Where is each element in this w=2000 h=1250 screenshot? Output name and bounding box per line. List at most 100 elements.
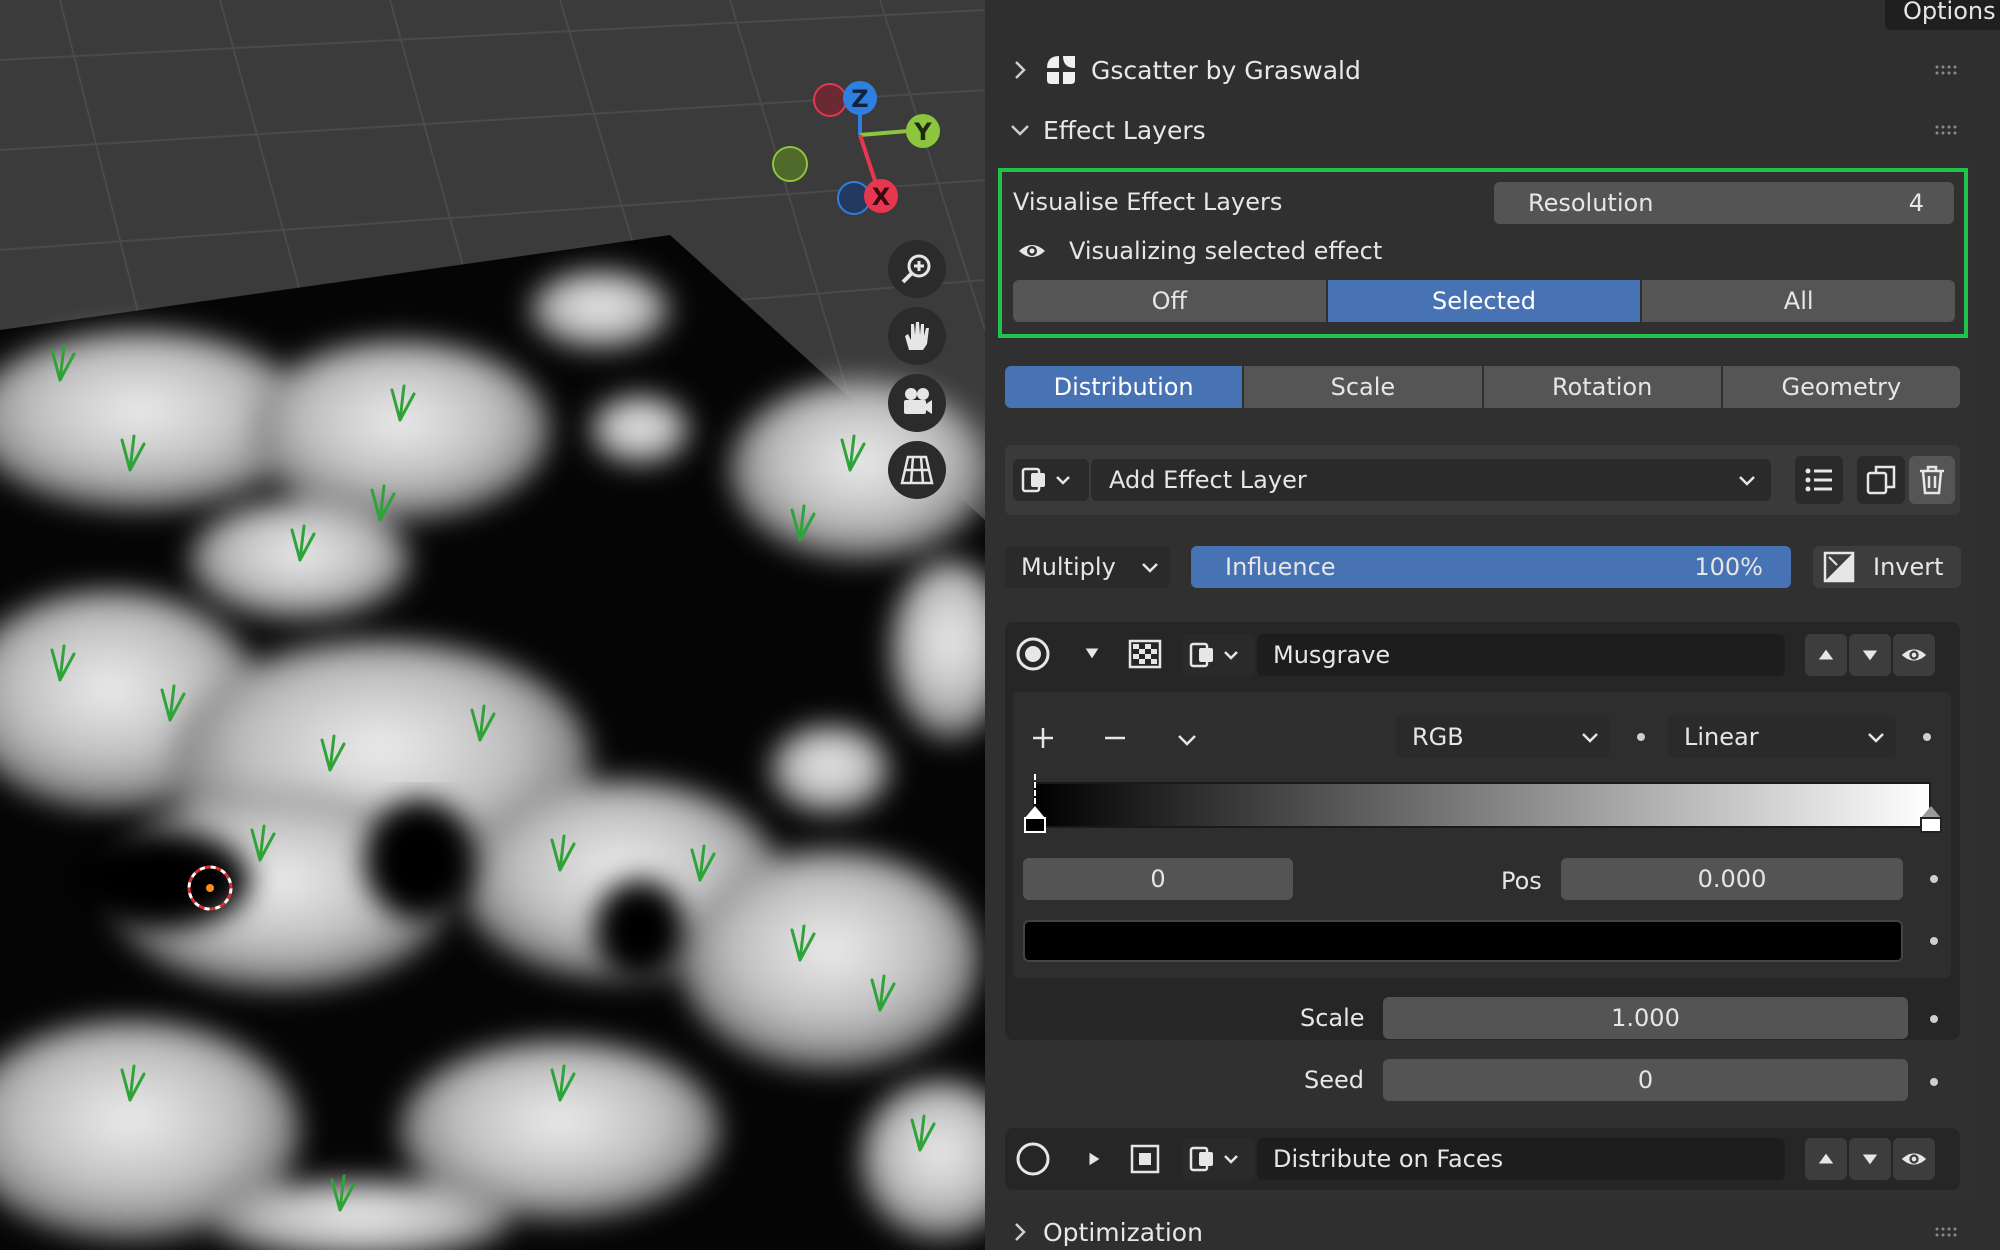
keyframe-dot-icon[interactable] xyxy=(1930,937,1938,945)
layer-name-field[interactable]: Distribute on Faces xyxy=(1257,1138,1785,1180)
color-mode-value: RGB xyxy=(1412,723,1464,751)
effect-type-dropdown[interactable] xyxy=(1013,459,1089,501)
panel-optimization-header[interactable]: Optimization xyxy=(985,1210,1980,1250)
interpolation-dropdown[interactable]: Linear xyxy=(1668,716,1896,758)
duplicate-layer-button[interactable] xyxy=(1857,456,1905,504)
influence-value: 100% xyxy=(1694,553,1763,581)
layer-name-musgrave: Musgrave xyxy=(1273,641,1391,669)
radio-selected-icon[interactable] xyxy=(1013,634,1053,674)
gizmo-y-label: Y xyxy=(913,118,932,146)
move-layer-up-button[interactable] xyxy=(1805,1138,1847,1180)
plus-icon[interactable] xyxy=(1031,726,1055,750)
scale-label: Scale xyxy=(1300,1004,1365,1032)
color-mode-dropdown[interactable]: RGB xyxy=(1396,716,1610,758)
options-tab[interactable]: Options xyxy=(1885,0,2000,30)
gscatter-logo-icon xyxy=(1047,56,1075,84)
chevron-down-icon xyxy=(1739,476,1755,486)
seed-label: Seed xyxy=(1304,1066,1364,1094)
tab-geometry[interactable]: Geometry xyxy=(1722,366,1960,408)
highlight-annotation xyxy=(998,168,1968,338)
node-tree-chevron-icon xyxy=(1189,1146,1238,1172)
layer-name-field[interactable]: Musgrave xyxy=(1257,634,1785,676)
color-stop-index-field[interactable]: 0 xyxy=(1023,858,1293,900)
blend-mode-value: Multiply xyxy=(1021,553,1116,581)
keyframe-dot-icon[interactable] xyxy=(1930,1078,1938,1086)
layer-type-dropdown[interactable] xyxy=(1183,1138,1255,1180)
color-stop-handle-icon[interactable] xyxy=(1919,804,1943,836)
move-layer-down-button[interactable] xyxy=(1849,634,1891,676)
face-select-icon xyxy=(1130,1144,1160,1174)
add-effect-toolbar: Add Effect Layer xyxy=(1005,445,1960,515)
color-stop-active-marker xyxy=(1034,774,1036,804)
camera-view-button[interactable] xyxy=(888,374,946,432)
invert-icon xyxy=(1823,551,1855,583)
invert-label: Invert xyxy=(1873,553,1944,581)
chevron-down-icon[interactable] xyxy=(1175,728,1199,752)
radio-unselected-icon[interactable] xyxy=(1013,1139,1053,1179)
invert-toggle[interactable]: Invert xyxy=(1813,546,1961,588)
pos-field[interactable]: 0.000 xyxy=(1561,858,1903,900)
add-effect-layer-label: Add Effect Layer xyxy=(1109,466,1307,494)
blend-mode-dropdown[interactable]: Multiply xyxy=(1005,546,1170,588)
minus-icon[interactable] xyxy=(1103,726,1127,750)
keyframe-dot-icon[interactable] xyxy=(1923,733,1931,741)
panel-effect-layers-header[interactable]: Effect Layers xyxy=(985,102,1980,158)
seed-value: 0 xyxy=(1637,1066,1654,1094)
triangle-up-icon xyxy=(1818,649,1834,660)
zoom-icon xyxy=(901,254,931,284)
expand-triangle-right-icon[interactable] xyxy=(1085,1150,1103,1168)
color-stop-handle-icon[interactable] xyxy=(1023,804,1047,836)
toggle-layer-visibility-button[interactable] xyxy=(1893,634,1935,676)
move-layer-down-button[interactable] xyxy=(1849,1138,1891,1180)
keyframe-dot-icon[interactable] xyxy=(1930,1015,1938,1023)
color-stop-index-value: 0 xyxy=(1150,865,1166,893)
panel-effect-layers-title: Effect Layers xyxy=(1043,115,1206,145)
drag-grip-icon[interactable] xyxy=(1934,1226,1962,1238)
perspective-toggle-button[interactable] xyxy=(888,441,946,499)
tab-scale[interactable]: Scale xyxy=(1244,366,1484,408)
scale-value: 1.000 xyxy=(1611,1004,1680,1032)
triangle-down-icon xyxy=(1862,650,1878,661)
drag-grip-icon[interactable] xyxy=(1934,64,1962,76)
triangle-up-icon xyxy=(1818,1153,1834,1164)
sidebar-scrollbar[interactable] xyxy=(1988,40,1994,1220)
chevron-down-icon xyxy=(1142,563,1158,573)
influence-slider[interactable]: Influence 100% xyxy=(1191,546,1791,588)
influence-label: Influence xyxy=(1225,553,1336,581)
duplicate-icon xyxy=(1866,465,1896,495)
interpolation-value: Linear xyxy=(1684,723,1759,751)
chevron-right-icon xyxy=(1015,1223,1026,1241)
pan-button[interactable] xyxy=(888,307,946,365)
layer-name-distribute-on-faces: Distribute on Faces xyxy=(1273,1145,1504,1173)
move-layer-up-button[interactable] xyxy=(1805,634,1847,676)
panel-gscatter-header[interactable]: Gscatter by Graswald xyxy=(985,42,1980,98)
toggle-layer-visibility-button[interactable] xyxy=(1893,1138,1935,1180)
panel-optimization-title: Optimization xyxy=(1043,1217,1203,1247)
keyframe-dot-icon[interactable] xyxy=(1930,875,1938,883)
delete-layer-button[interactable] xyxy=(1909,456,1955,504)
3d-viewport[interactable]: Z Y X xyxy=(0,0,985,1250)
category-tabs: Distribution Scale Rotation Geometry xyxy=(1005,366,1960,408)
chevron-down-icon xyxy=(1868,733,1884,743)
tab-distribution[interactable]: Distribution xyxy=(1005,366,1245,408)
layer-type-dropdown[interactable] xyxy=(1183,634,1255,676)
node-tree-chevron-icon xyxy=(1021,467,1070,493)
pos-value: 0.000 xyxy=(1697,865,1767,893)
color-stop-swatch[interactable] xyxy=(1023,920,1903,962)
tab-rotation[interactable]: Rotation xyxy=(1483,366,1723,408)
keyframe-dot-icon[interactable] xyxy=(1637,733,1645,741)
layer-item-musgrave: Musgrave RGB Linear 0 Pos 0.000 xyxy=(1005,622,1960,1040)
scale-field[interactable]: 1.000 xyxy=(1383,997,1908,1039)
color-ramp-gradient[interactable] xyxy=(1033,782,1931,828)
navigation-gizmo[interactable]: Z Y X xyxy=(760,70,960,230)
drag-grip-icon[interactable] xyxy=(1934,124,1962,136)
add-effect-layer-dropdown[interactable]: Add Effect Layer xyxy=(1091,459,1771,501)
expand-triangle-down-icon[interactable] xyxy=(1083,644,1101,662)
zoom-button[interactable] xyxy=(888,240,946,298)
list-layers-button[interactable] xyxy=(1795,456,1843,504)
seed-field[interactable]: 0 xyxy=(1383,1059,1908,1101)
eye-icon xyxy=(1901,649,1927,661)
pos-label: Pos xyxy=(1501,867,1542,895)
layer-item-distribute-on-faces: Distribute on Faces xyxy=(1005,1128,1960,1190)
triangle-down-icon xyxy=(1862,1154,1878,1165)
